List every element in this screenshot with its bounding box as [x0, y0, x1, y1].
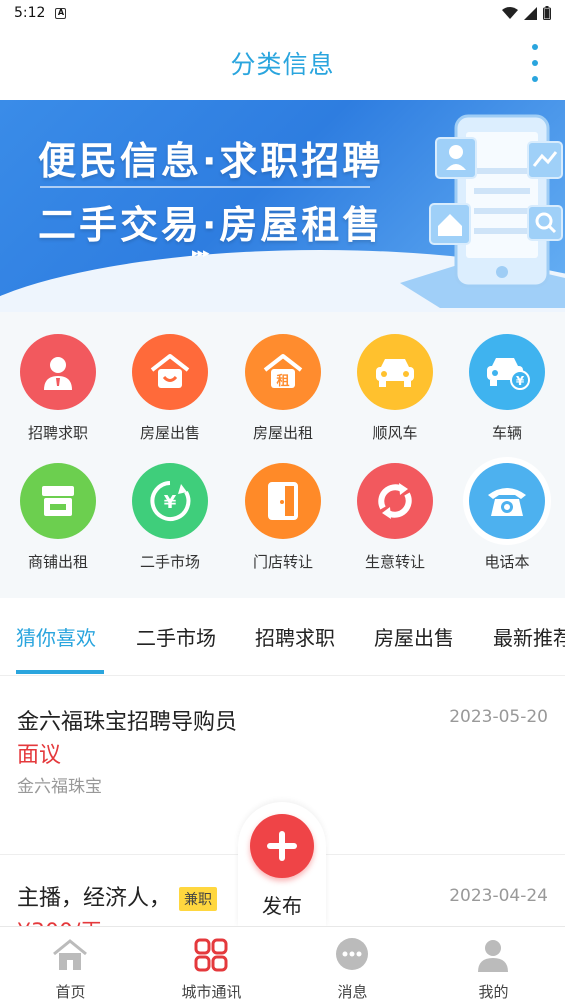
category-rideshare[interactable]: 顺风车: [345, 334, 445, 443]
category-label: 顺风车: [372, 424, 418, 442]
category-label: 房屋出售: [139, 424, 200, 442]
listing-date: 2023-04-24: [449, 886, 548, 906]
tab-indicator: [16, 670, 104, 674]
notification-icon: A: [55, 7, 67, 19]
phone-icon: [469, 463, 545, 539]
banner-divider: [40, 186, 370, 188]
category-label: 二手市场: [139, 553, 200, 571]
listing-title: 主播，经济人， 兼职: [17, 880, 218, 912]
wifi-icon: [502, 6, 518, 19]
status-bar: 5:12 A: [0, 0, 565, 26]
house-rent-icon: 租: [245, 334, 321, 410]
nav-mine[interactable]: 我的: [423, 927, 564, 1004]
vehicle-icon: ¥: [469, 334, 545, 410]
category-business-transfer[interactable]: 生意转让: [345, 463, 445, 572]
listing-salary: 面议: [17, 743, 62, 768]
tab-guess-you-like[interactable]: 猜你喜欢: [16, 622, 96, 651]
part-time-badge: 兼职: [179, 887, 218, 911]
promo-banner[interactable]: 便民信息·求职招聘 二手交易·房屋租售 ▸▸▸: [0, 100, 565, 312]
plus-icon[interactable]: [250, 814, 314, 878]
publish-label: 发布: [262, 894, 302, 918]
category-label: 电话本: [484, 553, 530, 571]
banner-headline-1: 便民信息·求职招聘: [38, 139, 384, 183]
yuan-glyph: ¥: [164, 492, 177, 513]
page-title: 分类信息: [230, 50, 335, 79]
yuan-recycle-icon: ¥: [132, 463, 208, 539]
publish-button[interactable]: 发布: [238, 802, 326, 928]
store-icon: [20, 463, 96, 539]
nav-label: 城市通讯: [181, 983, 242, 1001]
house-icon: [132, 334, 208, 410]
transfer-icon: [357, 463, 433, 539]
signal-icon: [524, 6, 537, 20]
category-house-sale[interactable]: 房屋出售: [120, 334, 220, 443]
nav-label: 首页: [55, 983, 86, 1001]
category-shop-rent[interactable]: 商铺出租: [8, 463, 108, 572]
more-menu-icon[interactable]: [531, 44, 539, 82]
nav-messages[interactable]: 消息: [282, 927, 423, 1004]
bottom-nav: 首页 城市通讯 消息 我的: [0, 926, 565, 1004]
category-store-transfer[interactable]: 门店转让: [233, 463, 333, 572]
rent-glyph: 租: [276, 374, 289, 389]
category-jobs[interactable]: 招聘求职: [8, 334, 108, 443]
category-label: 门店转让: [252, 553, 313, 571]
status-icons: [502, 6, 551, 20]
grid-icon: [194, 938, 228, 972]
tab-jobs[interactable]: 招聘求职: [255, 622, 335, 651]
listing-salary: ¥300/天: [17, 914, 102, 926]
tab-bar: 猜你喜欢 二手市场 招聘求职 房屋出售 最新推荐: [0, 598, 565, 676]
phone-illustration: [400, 114, 565, 308]
home-icon: [53, 939, 87, 970]
nav-city-news[interactable]: 城市通讯: [141, 927, 282, 1004]
tab-house-sale[interactable]: 房屋出售: [374, 622, 454, 651]
nav-label: 消息: [337, 983, 368, 1001]
message-icon: [336, 938, 368, 970]
door-icon: [245, 463, 321, 539]
category-grid: 招聘求职 房屋出售 租 房屋出租 顺风车 ¥ 车辆 商铺出租 ¥ 二手市场 门店…: [0, 312, 565, 598]
category-label: 招聘求职: [27, 424, 88, 442]
tab-secondhand[interactable]: 二手市场: [136, 622, 216, 651]
listing-company: 金六福珠宝: [17, 777, 102, 797]
status-time: 5:12: [14, 5, 46, 21]
banner-arrows-icon: ▸▸▸: [192, 246, 210, 261]
category-phonebook[interactable]: 电话本: [457, 463, 557, 572]
user-icon: [478, 940, 508, 972]
banner-headline-2: 二手交易·房屋租售: [38, 203, 384, 247]
category-label: 车辆: [491, 424, 522, 442]
person-icon: [20, 334, 96, 410]
nav-label: 我的: [478, 983, 509, 1001]
category-label: 生意转让: [364, 553, 425, 571]
category-label: 商铺出租: [27, 553, 88, 571]
listing-title-text: 主播，经济人，: [17, 886, 172, 911]
yuan-glyph: ¥: [516, 374, 525, 388]
category-secondhand[interactable]: ¥ 二手市场: [120, 463, 220, 572]
tab-latest[interactable]: 最新推荐: [493, 622, 565, 651]
listing-title: 金六福珠宝招聘导购员: [17, 710, 238, 735]
app-bar: 分类信息: [0, 26, 565, 100]
category-house-rent[interactable]: 租 房屋出租: [233, 334, 333, 443]
category-label: 房屋出租: [252, 424, 313, 442]
category-vehicles[interactable]: ¥ 车辆: [457, 334, 557, 443]
listing-date: 2023-05-20: [449, 707, 548, 727]
car-icon: [357, 334, 433, 410]
nav-home[interactable]: 首页: [0, 927, 141, 1004]
battery-icon: [543, 6, 551, 20]
